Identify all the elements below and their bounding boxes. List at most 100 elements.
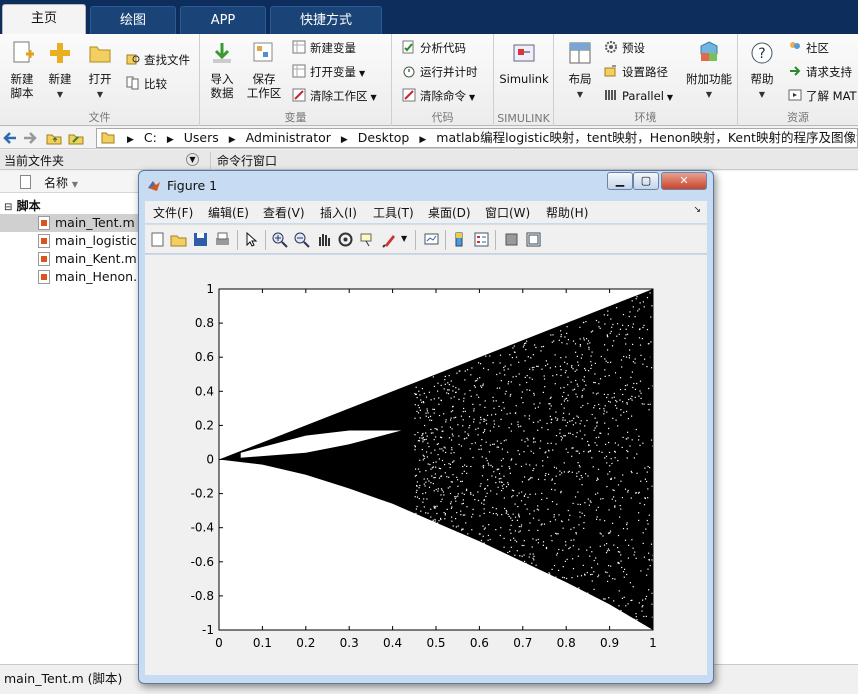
cloud-speck	[627, 557, 629, 559]
parallel-button[interactable]: Parallel ▼	[604, 86, 673, 106]
menu-help[interactable]: 帮助(H)	[546, 204, 588, 221]
clear-workspace-button[interactable]: 清除工作区 ▼	[292, 86, 377, 106]
data-cursor-icon[interactable]	[359, 231, 376, 248]
analyze-code-button[interactable]: 分析代码	[402, 38, 466, 58]
forward-arrow-icon[interactable]	[22, 130, 38, 146]
maximize-button[interactable]: ▢	[633, 172, 659, 190]
save-icon[interactable]	[192, 231, 209, 248]
help-button[interactable]: ? 帮助 ▼	[740, 38, 784, 102]
rotate-icon[interactable]	[337, 231, 354, 248]
path-input[interactable]: ▶ C: ▶ Users ▶ Administrator ▶ Desktop ▶ mat…	[96, 128, 858, 148]
close-button[interactable]: ✕	[661, 172, 707, 190]
open-variable-button[interactable]: 打开变量 ▼	[292, 62, 365, 82]
cloud-speck	[452, 390, 454, 392]
cloud-speck	[448, 476, 450, 478]
menu-desktop[interactable]: 桌面(D)	[428, 204, 471, 221]
compare-button[interactable]: 比较	[126, 74, 167, 94]
cloud-speck	[444, 472, 446, 474]
menu-expand-icon[interactable]: ↘	[693, 205, 701, 215]
set-path-button[interactable]: 设置路径	[604, 62, 668, 82]
cloud-speck	[631, 539, 633, 541]
cloud-speck	[586, 549, 588, 551]
cloud-speck	[493, 420, 495, 422]
request-support-button[interactable]: 请求支持	[788, 62, 852, 82]
cloud-speck	[611, 397, 613, 399]
cloud-speck	[612, 522, 614, 524]
import-data-button[interactable]: 导入 数据	[200, 38, 244, 100]
cloud-speck	[452, 435, 454, 437]
save-workspace-button[interactable]: 保存 工作区	[242, 38, 286, 100]
cloud-speck	[594, 382, 596, 384]
layout-button[interactable]: 布局 ▼	[558, 38, 602, 102]
cloud-speck	[580, 475, 582, 477]
colorbar-icon[interactable]	[451, 231, 468, 248]
breadcrumb-item[interactable]: Administrator	[246, 129, 331, 147]
run-and-time-button[interactable]: 运行并计时	[402, 62, 478, 82]
tab-home[interactable]: 主页	[2, 4, 86, 34]
cloud-speck	[441, 426, 443, 428]
folder-up-icon[interactable]	[46, 130, 62, 146]
tab-shortcuts[interactable]: 快捷方式	[270, 6, 382, 34]
breadcrumb-item[interactable]: Desktop	[358, 129, 410, 147]
figure-title-bar[interactable]: Figure 1 ▁ ▢ ✕	[139, 171, 713, 199]
cloud-speck	[597, 478, 599, 480]
community-button[interactable]: 社区	[788, 38, 829, 58]
menu-view[interactable]: 查看(V)	[263, 204, 305, 221]
y-tick-label: 1	[206, 282, 214, 296]
folder-group[interactable]: ⊟ 脚本	[4, 197, 41, 214]
tab-apps[interactable]: APP	[180, 6, 266, 34]
chevron-down-icon[interactable]: ▼	[401, 234, 407, 243]
hide-plot-tools-icon[interactable]	[503, 231, 520, 248]
cloud-speck	[550, 419, 552, 421]
tab-plots[interactable]: 绘图	[90, 6, 176, 34]
cloud-speck	[589, 342, 591, 344]
zoom-out-icon[interactable]	[293, 231, 310, 248]
link-plot-icon[interactable]	[423, 231, 440, 248]
print-icon[interactable]	[214, 231, 231, 248]
open-button[interactable]: 打开 ▼	[78, 38, 122, 102]
scatter-plot[interactable]: 0 0.1 0.2 0.3 0.4 0.5 0.6 0.7 0.8 0.9 1 -1-0.8-0.6…	[145, 255, 707, 675]
browse-folder-icon[interactable]	[68, 130, 84, 146]
cloud-speck	[456, 372, 458, 374]
cloud-speck	[426, 408, 428, 410]
menu-insert[interactable]: 插入(I)	[320, 204, 357, 221]
brush-icon[interactable]	[381, 231, 398, 248]
show-plot-tools-icon[interactable]	[525, 231, 542, 248]
simulink-button[interactable]: Simulink	[498, 38, 550, 86]
breadcrumb-item[interactable]: Users	[184, 129, 219, 147]
cloud-speck	[634, 618, 636, 620]
panel-actions-icon[interactable]: ▼	[186, 153, 199, 166]
minimize-button[interactable]: ▁	[607, 172, 633, 190]
new-figure-icon[interactable]	[149, 231, 166, 248]
cloud-speck	[478, 448, 480, 450]
cloud-speck	[421, 437, 423, 439]
breadcrumb-item[interactable]: C:	[144, 129, 157, 147]
zoom-in-icon[interactable]	[271, 231, 288, 248]
pointer-icon[interactable]	[243, 231, 260, 248]
cloud-speck	[458, 370, 460, 372]
new-variable-button[interactable]: 新建变量	[292, 38, 356, 58]
find-files-button[interactable]: 查找文件	[126, 50, 190, 70]
add-ons-button[interactable]: 附加功能 ▼	[684, 38, 734, 102]
menu-file[interactable]: 文件(F)	[153, 204, 193, 221]
new-button[interactable]: 新建 ▼	[38, 38, 82, 102]
cloud-speck	[613, 600, 615, 602]
figure-canvas[interactable]: 0 0.1 0.2 0.3 0.4 0.5 0.6 0.7 0.8 0.9 1 -1 -0.8 -0.6…	[145, 255, 707, 675]
breadcrumb-item[interactable]: matlab编程logistic映射，tent映射，Henon映射，Kent映射…	[436, 129, 857, 147]
open-file-icon[interactable]	[170, 231, 187, 248]
cloud-speck	[578, 548, 580, 550]
cloud-speck	[588, 348, 590, 350]
cloud-speck	[644, 467, 646, 469]
cloud-speck	[633, 457, 635, 459]
pan-icon[interactable]	[315, 231, 332, 248]
preferences-button[interactable]: 预设	[604, 38, 645, 58]
learn-matlab-button[interactable]: 了解 MAT	[788, 86, 857, 106]
cloud-speck	[525, 342, 527, 344]
menu-edit[interactable]: 编辑(E)	[208, 204, 249, 221]
menu-tools[interactable]: 工具(T)	[373, 204, 414, 221]
clear-commands-button[interactable]: 清除命令 ▼	[402, 86, 475, 106]
menu-window[interactable]: 窗口(W)	[485, 204, 530, 221]
cloud-speck	[504, 393, 506, 395]
legend-icon[interactable]	[473, 231, 490, 248]
back-arrow-icon[interactable]	[2, 130, 18, 146]
